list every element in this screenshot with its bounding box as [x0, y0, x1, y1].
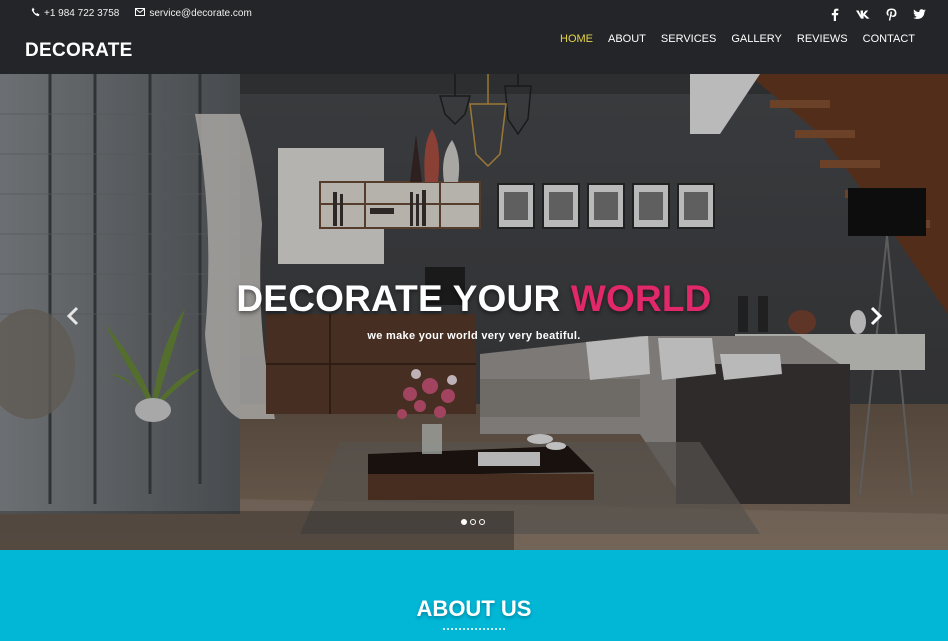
- about-heading: ABOUT US: [416, 596, 532, 621]
- pinterest-icon[interactable]: [884, 7, 898, 21]
- contact-phone[interactable]: +1 984 722 3758: [31, 7, 119, 20]
- hero-subtitle: we make your world very very beatiful.: [367, 330, 581, 342]
- site-logo[interactable]: DECORATE: [25, 40, 133, 62]
- nav-reviews[interactable]: REVIEWS: [797, 33, 848, 45]
- nav-about[interactable]: ABOUT: [608, 33, 646, 45]
- hero-slider: DECORATE YOUR WORLD we make your world v…: [0, 74, 948, 550]
- slider-indicators: [461, 519, 485, 525]
- hero-title: DECORATE YOUR WORLD: [0, 278, 948, 320]
- nav-services[interactable]: SERVICES: [661, 33, 716, 45]
- main-nav: HOME ABOUT SERVICES GALLERY REVIEWS CONT…: [560, 33, 915, 45]
- vk-icon[interactable]: [856, 7, 870, 21]
- about-section: ABOUT US: [0, 550, 948, 641]
- slider-dot-2[interactable]: [470, 519, 476, 525]
- nav-contact[interactable]: CONTACT: [863, 33, 915, 45]
- hero-title-accent: WORLD: [570, 278, 712, 319]
- hero-title-main: DECORATE YOUR: [236, 278, 561, 319]
- slider-next-button[interactable]: [866, 304, 886, 328]
- facebook-icon[interactable]: [828, 7, 842, 21]
- slider-dot-1[interactable]: [461, 519, 467, 525]
- slider-dot-3[interactable]: [479, 519, 485, 525]
- chevron-left-icon: [66, 306, 79, 326]
- contact-email[interactable]: service@decorate.com: [135, 8, 252, 19]
- email-address: service@decorate.com: [149, 8, 252, 19]
- phone-number: +1 984 722 3758: [44, 8, 120, 19]
- topbar: +1 984 722 3758 service@decorate.com: [31, 7, 252, 20]
- slider-prev-button[interactable]: [63, 304, 83, 328]
- envelope-icon: [135, 8, 146, 19]
- nav-home[interactable]: HOME: [560, 33, 593, 45]
- heading-divider: [443, 628, 505, 630]
- twitter-icon[interactable]: [912, 7, 926, 21]
- site-header: +1 984 722 3758 service@decorate.com DEC…: [0, 0, 948, 74]
- social-links: [828, 7, 926, 21]
- chevron-right-icon: [870, 306, 883, 326]
- phone-icon: [31, 7, 40, 20]
- page: +1 984 722 3758 service@decorate.com DEC…: [0, 0, 948, 641]
- nav-gallery[interactable]: GALLERY: [731, 33, 782, 45]
